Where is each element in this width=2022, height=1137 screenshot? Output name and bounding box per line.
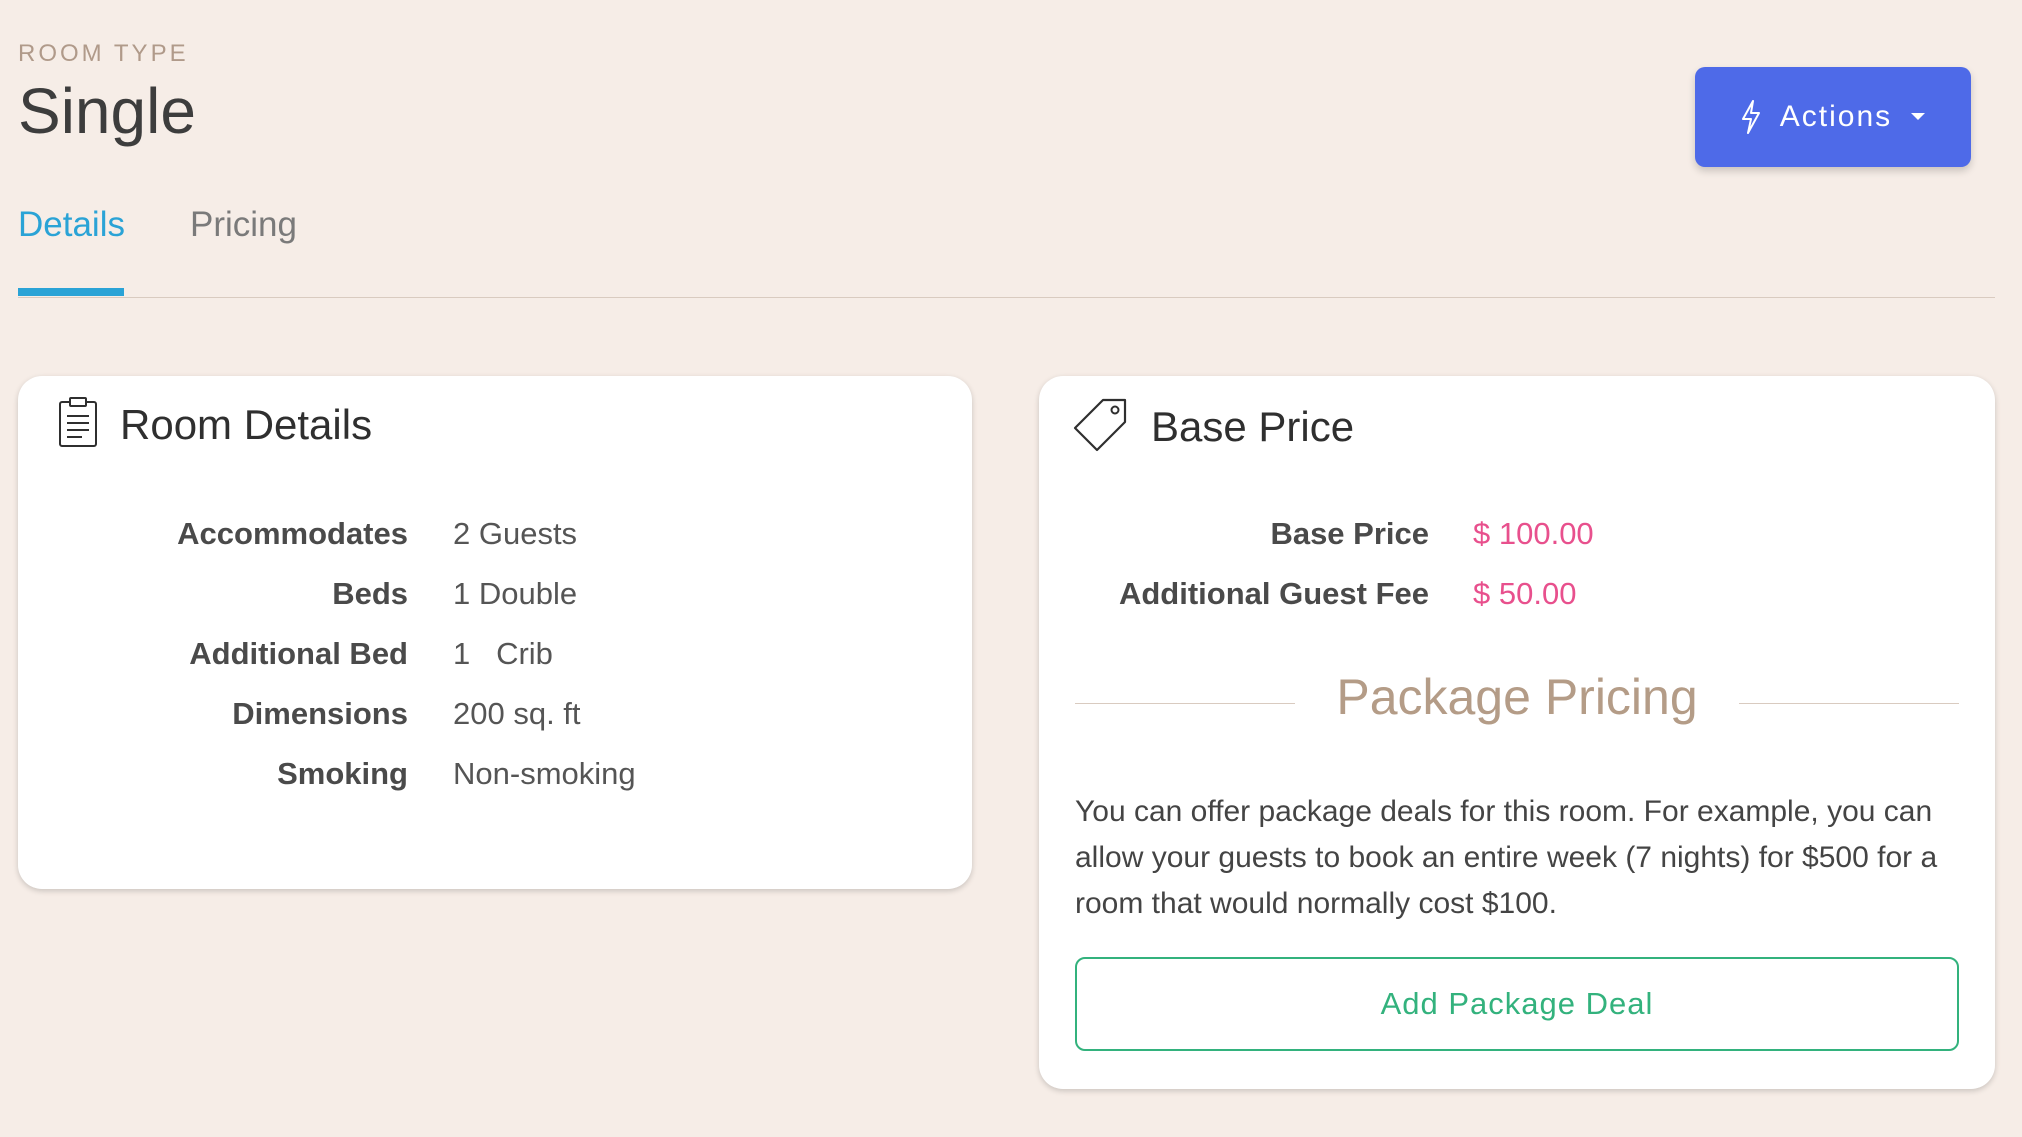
room-details-header: Room Details xyxy=(58,396,372,453)
detail-row-accommodates: Accommodates 2 Guests xyxy=(18,516,577,552)
actions-label: Actions xyxy=(1779,100,1893,133)
detail-label: Accommodates xyxy=(177,516,408,551)
tab-bar: Details Pricing xyxy=(18,200,1995,298)
detail-label: Dimensions xyxy=(232,696,408,731)
tab-details[interactable]: Details xyxy=(18,205,125,245)
package-description: You can offer package deals for this roo… xyxy=(1075,795,1938,920)
room-details-card: Room Details Accommodates 2 Guests Beds … xyxy=(18,376,972,889)
detail-row-dimensions: Dimensions 200 sq. ft xyxy=(18,696,581,732)
package-pricing-divider: Package Pricing xyxy=(1075,668,1959,738)
price-value: $ 50.00 xyxy=(1473,576,1577,611)
room-type-eyebrow: ROOM TYPE xyxy=(18,40,189,67)
detail-label: Additional Bed xyxy=(189,636,408,671)
active-tab-indicator xyxy=(18,288,124,296)
detail-value: 1 Crib xyxy=(453,636,553,671)
tab-pricing[interactable]: Pricing xyxy=(190,205,297,245)
price-tag-icon xyxy=(1073,396,1129,457)
detail-row-additional-bed: Additional Bed 1 Crib xyxy=(18,636,553,672)
price-row-base: Base Price $ 100.00 xyxy=(1039,516,1594,552)
base-price-card: Base Price Base Price $ 100.00 Additiona… xyxy=(1039,376,1995,1089)
detail-value: 2 Guests xyxy=(453,516,578,551)
price-label: Additional Guest Fee xyxy=(1118,576,1429,611)
detail-value: 200 sq. ft xyxy=(453,696,581,731)
lightning-icon xyxy=(1740,100,1762,134)
price-row-additional-guest: Additional Guest Fee $ 50.00 xyxy=(1039,576,1576,612)
base-price-header: Base Price xyxy=(1073,396,1354,457)
price-value: $ 100.00 xyxy=(1473,516,1594,551)
caret-down-icon xyxy=(1910,112,1926,122)
room-details-title: Room Details xyxy=(120,400,373,448)
clipboard-icon xyxy=(58,396,98,453)
detail-label: Smoking xyxy=(277,756,408,791)
detail-row-beds: Beds 1 Double xyxy=(18,576,577,612)
detail-value: 1 Double xyxy=(453,576,578,611)
price-label: Base Price xyxy=(1270,516,1429,551)
page-title: Single xyxy=(18,75,196,147)
detail-label: Beds xyxy=(332,576,408,611)
detail-value: Non-smoking xyxy=(453,756,636,791)
base-price-title: Base Price xyxy=(1151,402,1355,450)
detail-row-smoking: Smoking Non-smoking xyxy=(18,756,636,792)
add-package-deal-button[interactable]: Add Package Deal xyxy=(1075,957,1959,1051)
actions-button[interactable]: Actions xyxy=(1695,67,1971,167)
package-pricing-heading: Package Pricing xyxy=(1336,669,1698,725)
